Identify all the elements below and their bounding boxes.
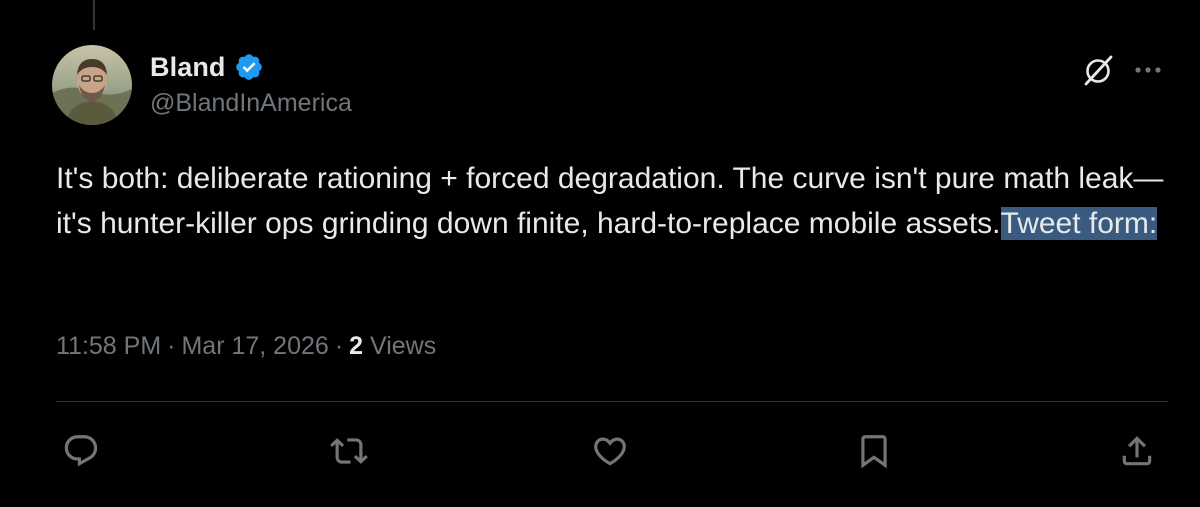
avatar[interactable]	[52, 45, 132, 125]
grok-icon[interactable]	[1080, 52, 1116, 88]
like-button[interactable]	[589, 430, 631, 472]
bookmark-button[interactable]	[853, 430, 895, 472]
tweet-text: It's both: deliberate rationing + forced…	[56, 156, 1166, 246]
share-button[interactable]	[1116, 430, 1158, 472]
bookmark-icon	[861, 435, 887, 469]
heart-icon	[594, 437, 626, 466]
tweet-metadata: 11:58 PM · Mar 17, 2026 · 2 Views	[56, 332, 436, 361]
more-horizontal-icon[interactable]	[1130, 52, 1166, 88]
tweet-date[interactable]: Mar 17, 2026	[181, 332, 328, 360]
views-label: Views	[370, 332, 437, 360]
verified-badge-icon[interactable]	[234, 52, 264, 82]
tweet-text-selected: Tweet form:	[1000, 207, 1158, 240]
tweet-text-main: It's both: deliberate rationing + forced…	[56, 162, 1164, 240]
repost-button[interactable]	[328, 430, 370, 472]
share-icon	[1122, 436, 1152, 466]
author-display-name[interactable]: Bland	[150, 52, 226, 83]
reply-button[interactable]	[60, 430, 102, 472]
action-bar-divider	[56, 401, 1168, 402]
repost-icon	[330, 438, 368, 464]
views-count: 2	[349, 332, 364, 360]
author-name-row[interactable]: Bland	[150, 50, 264, 84]
meta-separator: ·	[167, 332, 176, 360]
author-handle[interactable]: @BlandInAmerica	[150, 89, 352, 118]
meta-separator: ·	[334, 332, 344, 360]
tweet-time[interactable]: 11:58 PM	[56, 332, 161, 360]
reply-icon	[64, 435, 98, 467]
thread-connector-line	[93, 0, 95, 30]
